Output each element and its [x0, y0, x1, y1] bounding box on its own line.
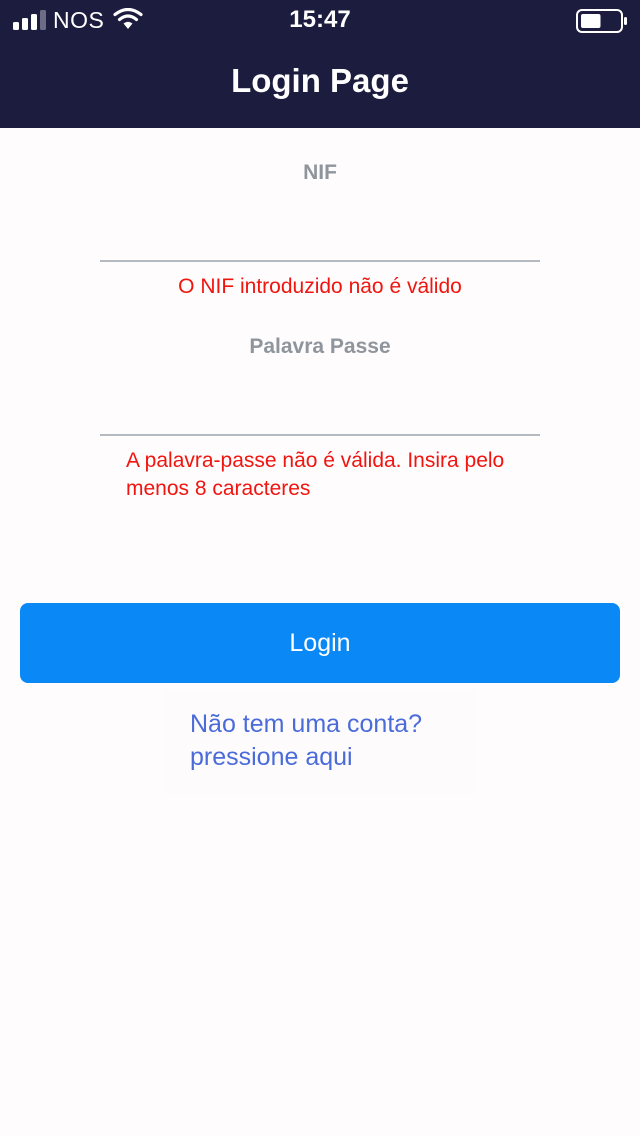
- battery-icon: [576, 9, 627, 33]
- clock: 15:47: [289, 6, 351, 33]
- nif-label: NIF: [303, 161, 337, 184]
- page-title: Login Page: [231, 62, 409, 99]
- login-button[interactable]: Login: [20, 603, 620, 683]
- password-input[interactable]: [100, 394, 540, 436]
- login-screen: NOS 15:47 Login Page NIF O NIF introduzi…: [0, 0, 640, 1136]
- password-error-message: A palavra-passe não é válida. Insira pel…: [126, 449, 505, 500]
- signup-link[interactable]: Não tem uma conta? pressione aqui: [190, 708, 480, 774]
- nif-input[interactable]: [100, 220, 540, 262]
- status-bar: NOS 15:47: [0, 0, 640, 40]
- navigation-bar: NOS 15:47 Login Page: [0, 0, 640, 128]
- nif-error-message: O NIF introduzido não é válido: [178, 275, 462, 298]
- signup-link-box[interactable]: Não tem uma conta? pressione aqui: [164, 690, 476, 794]
- password-label: Palavra Passe: [249, 335, 391, 358]
